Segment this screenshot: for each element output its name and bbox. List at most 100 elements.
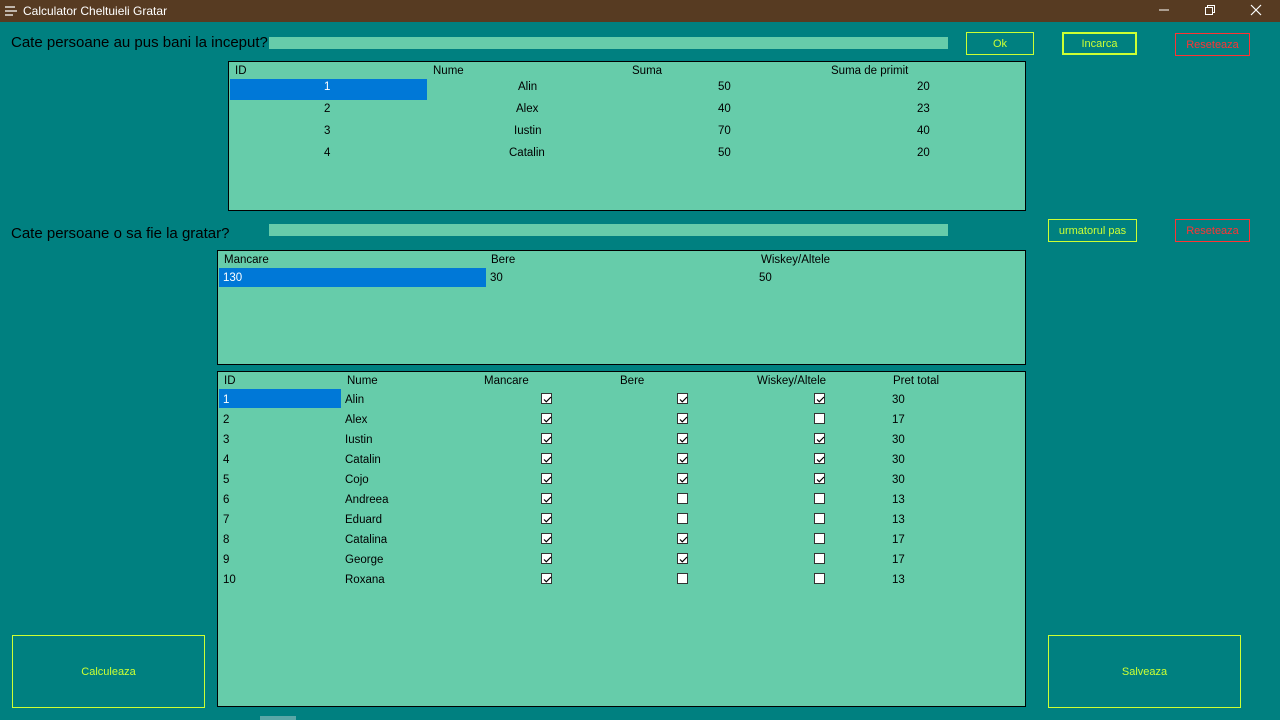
whiskey-checkbox[interactable] [814, 473, 825, 484]
app-menu-icon[interactable] [4, 4, 18, 18]
cell-name[interactable]: George [345, 554, 383, 566]
column-header-id[interactable]: ID [224, 375, 236, 387]
reset-contributors-button[interactable]: Reseteaza [1175, 33, 1250, 56]
beer-checkbox[interactable] [677, 573, 688, 584]
cell-sum[interactable]: 50 [718, 81, 731, 93]
column-header-whiskey[interactable]: Wiskey/Altele [757, 375, 826, 387]
food-checkbox[interactable] [541, 453, 552, 464]
food-checkbox[interactable] [541, 553, 552, 564]
cell-to-receive[interactable]: 20 [917, 81, 930, 93]
ok-button[interactable]: Ok [966, 32, 1034, 55]
cell-name[interactable]: Alin [518, 81, 537, 93]
cell-id[interactable]: 5 [223, 474, 229, 486]
cell-id[interactable]: 3 [223, 434, 229, 446]
beer-checkbox[interactable] [677, 513, 688, 524]
whiskey-checkbox[interactable] [814, 413, 825, 424]
whiskey-checkbox[interactable] [814, 453, 825, 464]
cell-whiskey-total[interactable]: 50 [759, 272, 772, 284]
beer-checkbox[interactable] [677, 413, 688, 424]
whiskey-checkbox[interactable] [814, 573, 825, 584]
cell-total-price[interactable]: 30 [892, 434, 905, 446]
close-button[interactable] [1233, 0, 1279, 22]
attendees-count-input[interactable] [269, 224, 948, 236]
whiskey-checkbox[interactable] [814, 533, 825, 544]
column-header-whiskey[interactable]: Wiskey/Altele [761, 254, 830, 266]
whiskey-checkbox[interactable] [814, 513, 825, 524]
food-checkbox[interactable] [541, 533, 552, 544]
cell-id[interactable]: 9 [223, 554, 229, 566]
attendees-grid[interactable]: ID Nume Mancare Bere Wiskey/Altele Pret … [217, 371, 1026, 707]
cell-name[interactable]: Eduard [345, 514, 382, 526]
calculate-button[interactable]: Calculeaza [12, 635, 205, 708]
cell-to-receive[interactable]: 40 [917, 125, 930, 137]
food-checkbox[interactable] [541, 413, 552, 424]
column-header-food[interactable]: Mancare [484, 375, 529, 387]
food-checkbox[interactable] [541, 393, 552, 404]
cell-id[interactable]: 4 [324, 147, 330, 159]
cell-id[interactable]: 3 [324, 125, 330, 137]
cell-total-price[interactable]: 13 [892, 574, 905, 586]
beer-checkbox[interactable] [677, 553, 688, 564]
whiskey-checkbox[interactable] [814, 493, 825, 504]
cell-name[interactable]: Alex [345, 414, 367, 426]
cell-id[interactable]: 4 [223, 454, 229, 466]
food-checkbox[interactable] [541, 473, 552, 484]
cell-id[interactable]: 10 [223, 574, 236, 586]
cell-beer-total[interactable]: 30 [490, 272, 503, 284]
beer-checkbox[interactable] [677, 393, 688, 404]
column-header-beer[interactable]: Bere [491, 254, 515, 266]
cell-name[interactable]: Alin [345, 394, 364, 406]
cell-id[interactable]: 1 [223, 394, 229, 406]
cell-name[interactable]: Cojo [345, 474, 369, 486]
cell-total-price[interactable]: 13 [892, 514, 905, 526]
cell-name[interactable]: Iustin [514, 125, 542, 137]
food-checkbox[interactable] [541, 513, 552, 524]
food-checkbox[interactable] [541, 493, 552, 504]
whiskey-checkbox[interactable] [814, 393, 825, 404]
cell-id[interactable]: 2 [223, 414, 229, 426]
cell-name[interactable]: Catalin [345, 454, 381, 466]
reset-attendees-button[interactable]: Reseteaza [1175, 219, 1250, 242]
cell-total-price[interactable]: 17 [892, 414, 905, 426]
next-step-button[interactable]: urmatorul pas [1048, 219, 1137, 242]
cell-total-price[interactable]: 30 [892, 454, 905, 466]
cell-name[interactable]: Roxana [345, 574, 385, 586]
whiskey-checkbox[interactable] [814, 433, 825, 444]
save-button[interactable]: Salveaza [1048, 635, 1241, 708]
cell-total-price[interactable]: 30 [892, 474, 905, 486]
column-header-name[interactable]: Nume [347, 375, 378, 387]
minimize-button[interactable] [1141, 0, 1187, 22]
cell-id[interactable]: 6 [223, 494, 229, 506]
cell-to-receive[interactable]: 23 [917, 103, 930, 115]
cell-id[interactable]: 8 [223, 534, 229, 546]
column-header-food[interactable]: Mancare [224, 254, 269, 266]
beer-checkbox[interactable] [677, 433, 688, 444]
column-header-name[interactable]: Nume [433, 65, 464, 77]
column-header-id[interactable]: ID [235, 65, 247, 77]
cell-total-price[interactable]: 17 [892, 554, 905, 566]
cell-id[interactable]: 1 [324, 81, 330, 93]
cell-name[interactable]: Catalin [509, 147, 545, 159]
load-button[interactable]: Incarca [1062, 32, 1137, 55]
column-header-to-receive[interactable]: Suma de primit [831, 65, 908, 77]
cell-name[interactable]: Catalina [345, 534, 387, 546]
column-header-total-price[interactable]: Pret total [893, 375, 939, 387]
cell-total-price[interactable]: 13 [892, 494, 905, 506]
cell-id[interactable]: 2 [324, 103, 330, 115]
cell-food-total[interactable]: 130 [223, 272, 242, 284]
whiskey-checkbox[interactable] [814, 553, 825, 564]
food-checkbox[interactable] [541, 433, 552, 444]
cell-sum[interactable]: 50 [718, 147, 731, 159]
cell-sum[interactable]: 40 [718, 103, 731, 115]
beer-checkbox[interactable] [677, 493, 688, 504]
column-header-sum[interactable]: Suma [632, 65, 662, 77]
restore-button[interactable] [1187, 0, 1233, 22]
beer-checkbox[interactable] [677, 533, 688, 544]
beer-checkbox[interactable] [677, 473, 688, 484]
cell-name[interactable]: Alex [516, 103, 538, 115]
cell-id[interactable]: 7 [223, 514, 229, 526]
cell-to-receive[interactable]: 20 [917, 147, 930, 159]
cell-sum[interactable]: 70 [718, 125, 731, 137]
expenses-grid[interactable]: Mancare Bere Wiskey/Altele 130 30 50 [217, 250, 1026, 365]
contributors-grid[interactable]: ID Nume Suma Suma de primit 1 Alin 50 20… [228, 61, 1026, 211]
